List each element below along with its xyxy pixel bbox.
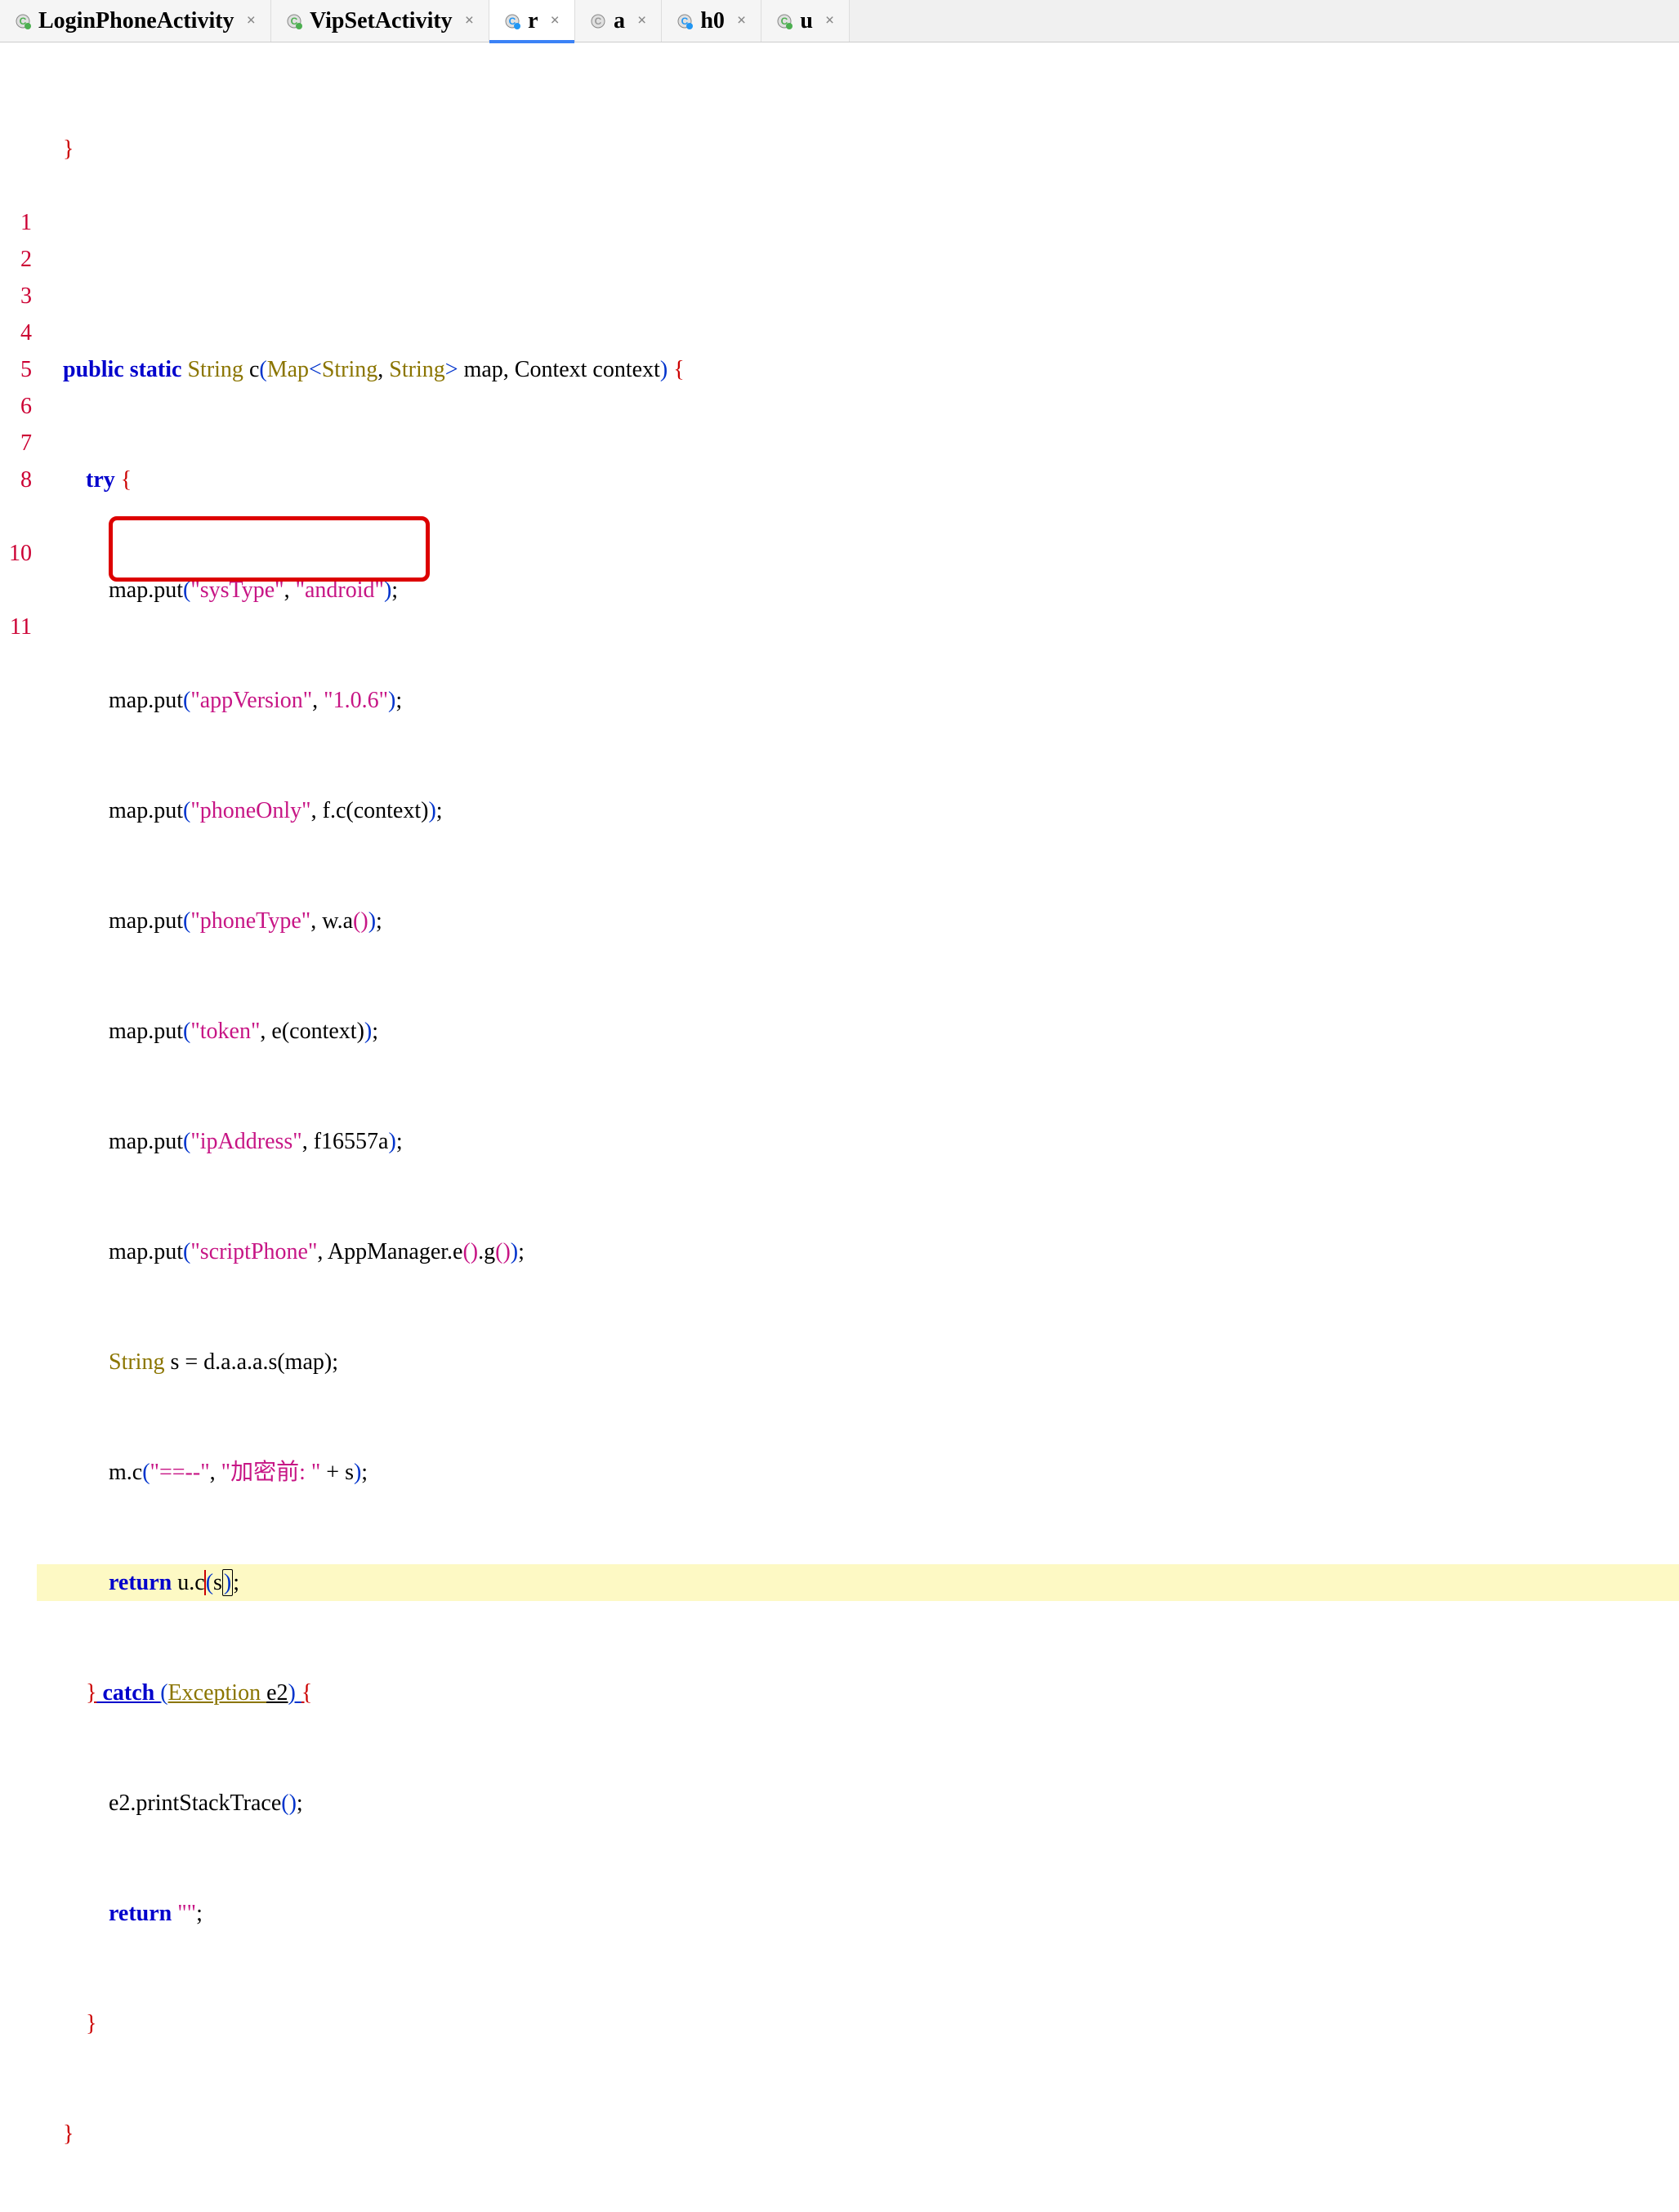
tab-label: u [800, 8, 813, 34]
code-line[interactable]: } [37, 2116, 1679, 2152]
gutter-blank [0, 131, 32, 167]
code-line[interactable]: } catch (Exception e2) { [37, 1675, 1679, 1711]
code-line[interactable]: map.put("sysType", "android"); [37, 572, 1679, 609]
tab-label: LoginPhoneActivity [38, 8, 234, 34]
gutter-blank [0, 94, 32, 131]
svg-text:C: C [595, 16, 602, 27]
class-icon: C [776, 13, 793, 29]
tab-vip-set-activity[interactable]: C VipSetActivity × [271, 0, 489, 42]
gutter-blank [0, 167, 32, 204]
gutter-line-num[interactable]: 3 [0, 278, 32, 314]
code-line[interactable]: return ""; [37, 1895, 1679, 1932]
gutter-line-num[interactable]: 8 [0, 462, 32, 498]
gutter-line-num[interactable]: 1 [0, 204, 32, 241]
gutter-line-num[interactable]: 7 [0, 425, 32, 462]
code-line[interactable]: m.c("==--", "加密前: " + s); [37, 1454, 1679, 1491]
code-line[interactable]: map.put("token", e(context)); [37, 1013, 1679, 1050]
code-line[interactable]: map.put("phoneType", w.a()); [37, 903, 1679, 939]
class-icon: C [286, 13, 302, 29]
code-line[interactable]: map.put("scriptPhone", AppManager.e().g(… [37, 1233, 1679, 1270]
tab-label: h0 [700, 8, 725, 34]
gutter-line-num[interactable]: 6 [0, 388, 32, 425]
code-area[interactable]: } public static String c(Map<String, Str… [37, 42, 1679, 1106]
tab-bar: C LoginPhoneActivity × C VipSetActivity … [0, 0, 1679, 42]
interface-icon: C [590, 13, 606, 29]
class-icon: C [677, 13, 693, 29]
code-line[interactable]: map.put("phoneOnly", f.c(context)); [37, 792, 1679, 829]
code-line[interactable]: String s = d.a.a.a.s(map); [37, 1344, 1679, 1380]
tab-label: a [614, 8, 625, 34]
code-line[interactable]: map.put("ipAddress", f16557a); [37, 1123, 1679, 1160]
close-icon[interactable]: × [737, 11, 746, 30]
close-icon[interactable]: × [551, 11, 560, 30]
close-icon[interactable]: × [465, 11, 474, 30]
code-line[interactable]: public static String c(Map<String, Strin… [37, 351, 1679, 388]
editor: 1 2 3 4 5 6 7 8 10 11 } public static St… [0, 42, 1679, 1106]
class-icon: C [15, 13, 31, 29]
class-icon: C [504, 13, 520, 29]
gutter-line-num[interactable]: 11 [0, 609, 32, 645]
gutter-line-num[interactable]: 2 [0, 241, 32, 278]
tab-a[interactable]: C a × [575, 0, 662, 42]
close-icon[interactable]: × [825, 11, 834, 30]
gutter-blank [0, 498, 32, 535]
tab-login-phone-activity[interactable]: C LoginPhoneActivity × [0, 0, 271, 42]
code-line-highlighted[interactable]: return u.c(s); [37, 1564, 1679, 1601]
code-line[interactable]: try { [37, 462, 1679, 498]
close-icon[interactable]: × [637, 11, 646, 30]
gutter-blank [0, 57, 32, 94]
code-line[interactable] [37, 241, 1679, 278]
tab-r[interactable]: C r × [489, 0, 575, 42]
gutter-line-num[interactable]: 10 [0, 535, 32, 572]
matched-paren: ) [222, 1569, 233, 1596]
gutter-line-num[interactable]: 4 [0, 314, 32, 351]
close-icon[interactable]: × [247, 11, 256, 30]
tab-h0[interactable]: C h0 × [662, 0, 761, 42]
tab-label: VipSetActivity [310, 8, 453, 34]
tab-label: r [528, 8, 538, 34]
gutter-blank [0, 572, 32, 609]
code-line[interactable]: } [37, 131, 1679, 167]
gutter-line-num[interactable]: 5 [0, 351, 32, 388]
code-line[interactable]: map.put("appVersion", "1.0.6"); [37, 682, 1679, 719]
tab-u[interactable]: C u × [761, 0, 850, 42]
code-line[interactable]: } [37, 2005, 1679, 2042]
code-line[interactable]: e2.printStackTrace(); [37, 1785, 1679, 1822]
gutter: 1 2 3 4 5 6 7 8 10 11 [0, 42, 37, 1106]
